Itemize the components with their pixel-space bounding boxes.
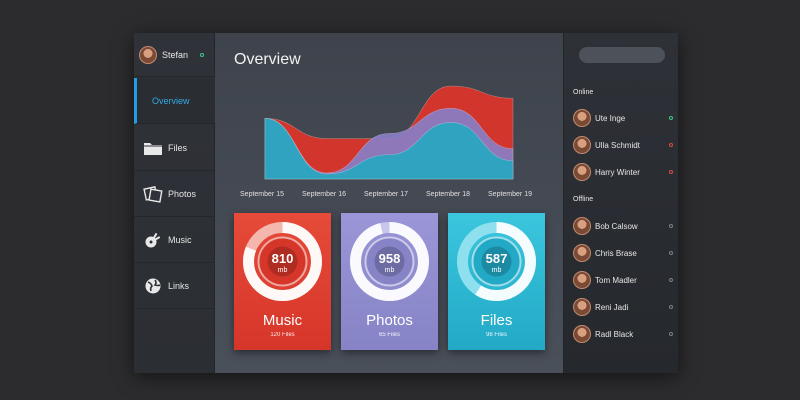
contact-item[interactable]: Harry Winter bbox=[573, 162, 673, 182]
contact-status-dot bbox=[669, 278, 673, 282]
contact-item[interactable]: Ulla Schmidt bbox=[573, 135, 673, 155]
contact-name: Ulla Schmidt bbox=[595, 140, 640, 150]
storage-card-music[interactable]: 810 mb Music 120 Files bbox=[234, 213, 331, 350]
storage-card-files[interactable]: 587 mb Files 98 Files bbox=[448, 213, 545, 350]
contact-status-dot bbox=[669, 305, 673, 309]
contact-item[interactable]: Bob Calsow bbox=[573, 216, 673, 236]
contact-item[interactable]: Radl Black bbox=[573, 324, 673, 344]
user-name: Stefan bbox=[162, 49, 189, 60]
folder-icon bbox=[143, 139, 163, 157]
contact-avatar bbox=[573, 163, 591, 181]
contact-status-dot bbox=[669, 170, 673, 174]
contact-item[interactable]: Reni Jadi bbox=[573, 297, 673, 317]
x-tick-label: September 16 bbox=[302, 191, 346, 198]
music-icon bbox=[143, 231, 163, 249]
contact-name: Tom Madler bbox=[595, 275, 637, 285]
contact-status-dot bbox=[669, 116, 673, 120]
storage-file-count: 65 Files bbox=[378, 332, 400, 338]
user-profile[interactable]: Stefan bbox=[134, 33, 215, 77]
storage-value: 587 bbox=[485, 251, 508, 266]
storage-value: 958 bbox=[378, 251, 401, 266]
photos-icon bbox=[143, 185, 163, 203]
storage-unit: mb bbox=[491, 267, 502, 274]
contact-item[interactable]: Ute Inge bbox=[573, 108, 673, 128]
contact-avatar bbox=[573, 109, 591, 127]
nav-music[interactable]: Music bbox=[134, 217, 215, 263]
contact-status-dot bbox=[669, 251, 673, 255]
storage-label: Files bbox=[480, 312, 513, 329]
contact-avatar bbox=[573, 136, 591, 154]
contact-status-dot bbox=[669, 143, 673, 147]
globe-icon bbox=[143, 277, 163, 295]
x-tick-label: September 19 bbox=[488, 191, 532, 198]
contact-avatar bbox=[573, 217, 591, 235]
x-tick-label: September 15 bbox=[240, 191, 284, 198]
contact-avatar bbox=[573, 325, 591, 343]
contact-name: Harry Winter bbox=[595, 167, 640, 177]
online-section-label: Online bbox=[573, 89, 594, 96]
contact-avatar bbox=[573, 298, 591, 316]
contact-name: Ute Inge bbox=[595, 113, 626, 123]
nav-music-label: Music bbox=[168, 234, 192, 245]
contact-name: Bob Calsow bbox=[595, 221, 638, 231]
contact-name: Reni Jadi bbox=[595, 302, 629, 312]
nav-links-label: Links bbox=[168, 280, 190, 291]
contact-status-dot bbox=[669, 332, 673, 336]
offline-section-label: Offline bbox=[573, 196, 594, 203]
nav-photos-label: Photos bbox=[168, 188, 197, 199]
storage-value: 810 bbox=[271, 251, 294, 266]
storage-file-count: 120 Files bbox=[270, 332, 295, 338]
contact-name: Radl Black bbox=[595, 329, 634, 339]
contact-item[interactable]: Tom Madler bbox=[573, 270, 673, 290]
nav-links[interactable]: Links bbox=[134, 263, 215, 309]
storage-card-photos[interactable]: 958 mb Photos 65 Files bbox=[341, 213, 438, 350]
x-tick-label: September 18 bbox=[426, 191, 470, 198]
storage-unit: mb bbox=[277, 267, 288, 274]
contact-item[interactable]: Chris Brase bbox=[573, 243, 673, 263]
contact-name: Chris Brase bbox=[595, 248, 637, 258]
main-panel: Overview September 15 September 16 Septemb… bbox=[215, 33, 563, 373]
storage-label: Music bbox=[262, 312, 303, 329]
storage-unit: mb bbox=[384, 267, 395, 274]
area-chart bbox=[264, 85, 514, 180]
nav-files[interactable]: Files bbox=[134, 125, 215, 171]
contact-avatar bbox=[573, 244, 591, 262]
search-input[interactable] bbox=[579, 47, 665, 63]
x-tick-label: September 17 bbox=[364, 191, 408, 198]
app-window: Stefan Overview Files Photos Music Links… bbox=[134, 33, 678, 373]
contacts-panel: Online Ute Inge Ulla Schmidt Harry Winter … bbox=[563, 33, 678, 373]
storage-label: Photos bbox=[366, 312, 413, 329]
nav-overview-label: Overview bbox=[152, 95, 190, 106]
sidebar: Stefan Overview Files Photos Music Links bbox=[134, 33, 215, 373]
nav-files-label: Files bbox=[168, 142, 188, 153]
nav-overview[interactable]: Overview bbox=[134, 78, 215, 124]
nav-photos[interactable]: Photos bbox=[134, 171, 215, 217]
contact-avatar bbox=[573, 271, 591, 289]
user-avatar bbox=[139, 45, 157, 64]
storage-file-count: 98 Files bbox=[485, 332, 507, 338]
user-status-dot bbox=[200, 52, 205, 57]
contact-status-dot bbox=[669, 224, 673, 228]
